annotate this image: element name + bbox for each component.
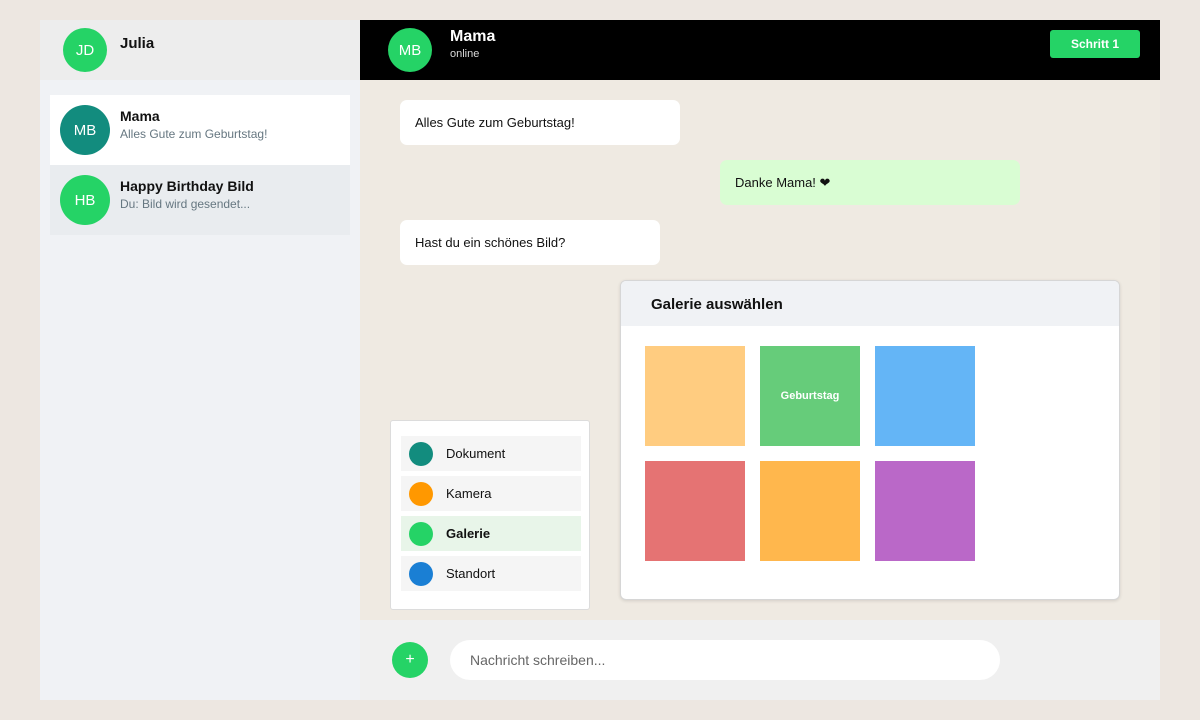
document-icon xyxy=(409,442,433,466)
gallery-thumbnail-geburtstag[interactable]: Geburtstag xyxy=(760,346,860,446)
menu-item-label: Kamera xyxy=(446,486,492,501)
message-composer: + xyxy=(360,620,1160,700)
message-input[interactable] xyxy=(450,640,1000,680)
my-avatar[interactable]: JD xyxy=(63,28,107,72)
contact-avatar[interactable]: MB xyxy=(388,28,432,72)
chat-preview: Alles Gute zum Geburtstag! xyxy=(120,127,268,141)
gallery-icon xyxy=(409,522,433,546)
menu-item-label: Dokument xyxy=(446,446,506,461)
sidebar: JD Julia MB Mama Alles Gute zum Geburtst… xyxy=(40,20,360,700)
gallery-thumbnail[interactable] xyxy=(875,346,975,446)
menu-item-galerie[interactable]: Galerie xyxy=(401,516,581,551)
gallery-thumbnail[interactable] xyxy=(645,461,745,561)
chat-item-happy-birthday-bild[interactable]: HB Happy Birthday Bild Du: Bild wird ges… xyxy=(50,165,350,235)
menu-item-dokument[interactable]: Dokument xyxy=(401,436,581,471)
gallery-title: Galerie auswählen xyxy=(651,296,783,313)
gallery-thumbnail[interactable] xyxy=(875,461,975,561)
chat-avatar: MB xyxy=(60,105,110,155)
my-name: Julia xyxy=(120,35,155,52)
add-attachment-button[interactable]: + xyxy=(392,642,428,678)
gallery-thumbnail[interactable] xyxy=(760,461,860,561)
gallery-thumbnail[interactable] xyxy=(645,346,745,446)
chat-app: JD Julia MB Mama Alles Gute zum Geburtst… xyxy=(40,20,1160,700)
chat-name: Mama xyxy=(120,108,160,124)
step-button[interactable]: Schritt 1 xyxy=(1050,30,1140,58)
menu-item-label: Standort xyxy=(446,566,496,581)
chat-avatar: HB xyxy=(60,175,110,225)
chat-name: Happy Birthday Bild xyxy=(120,178,254,194)
sidebar-header: JD Julia xyxy=(40,20,360,80)
gallery-header: Galerie auswählen xyxy=(621,281,1119,326)
chat-panel: MB Mama online Schritt 1 Alles Gute zum … xyxy=(360,20,1160,700)
location-icon xyxy=(409,562,433,586)
attachment-menu: Dokument Kamera Galerie Standort xyxy=(390,420,590,610)
menu-item-standort[interactable]: Standort xyxy=(401,556,581,591)
contact-status: online xyxy=(450,48,480,60)
menu-item-label: Galerie xyxy=(446,526,491,541)
message-incoming: Alles Gute zum Geburtstag! xyxy=(400,100,680,145)
camera-icon xyxy=(409,482,433,506)
gallery-picker: Galerie auswählen Geburtstag xyxy=(620,280,1120,600)
chat-item-mama[interactable]: MB Mama Alles Gute zum Geburtstag! xyxy=(50,95,350,165)
contact-name: Mama xyxy=(450,28,496,45)
message-incoming: Hast du ein schönes Bild? xyxy=(400,220,660,265)
menu-item-kamera[interactable]: Kamera xyxy=(401,476,581,511)
chat-preview: Du: Bild wird gesendet... xyxy=(120,197,251,211)
chat-header: MB Mama online Schritt 1 xyxy=(360,20,1160,80)
message-outgoing: Danke Mama! ❤ xyxy=(720,160,1020,205)
